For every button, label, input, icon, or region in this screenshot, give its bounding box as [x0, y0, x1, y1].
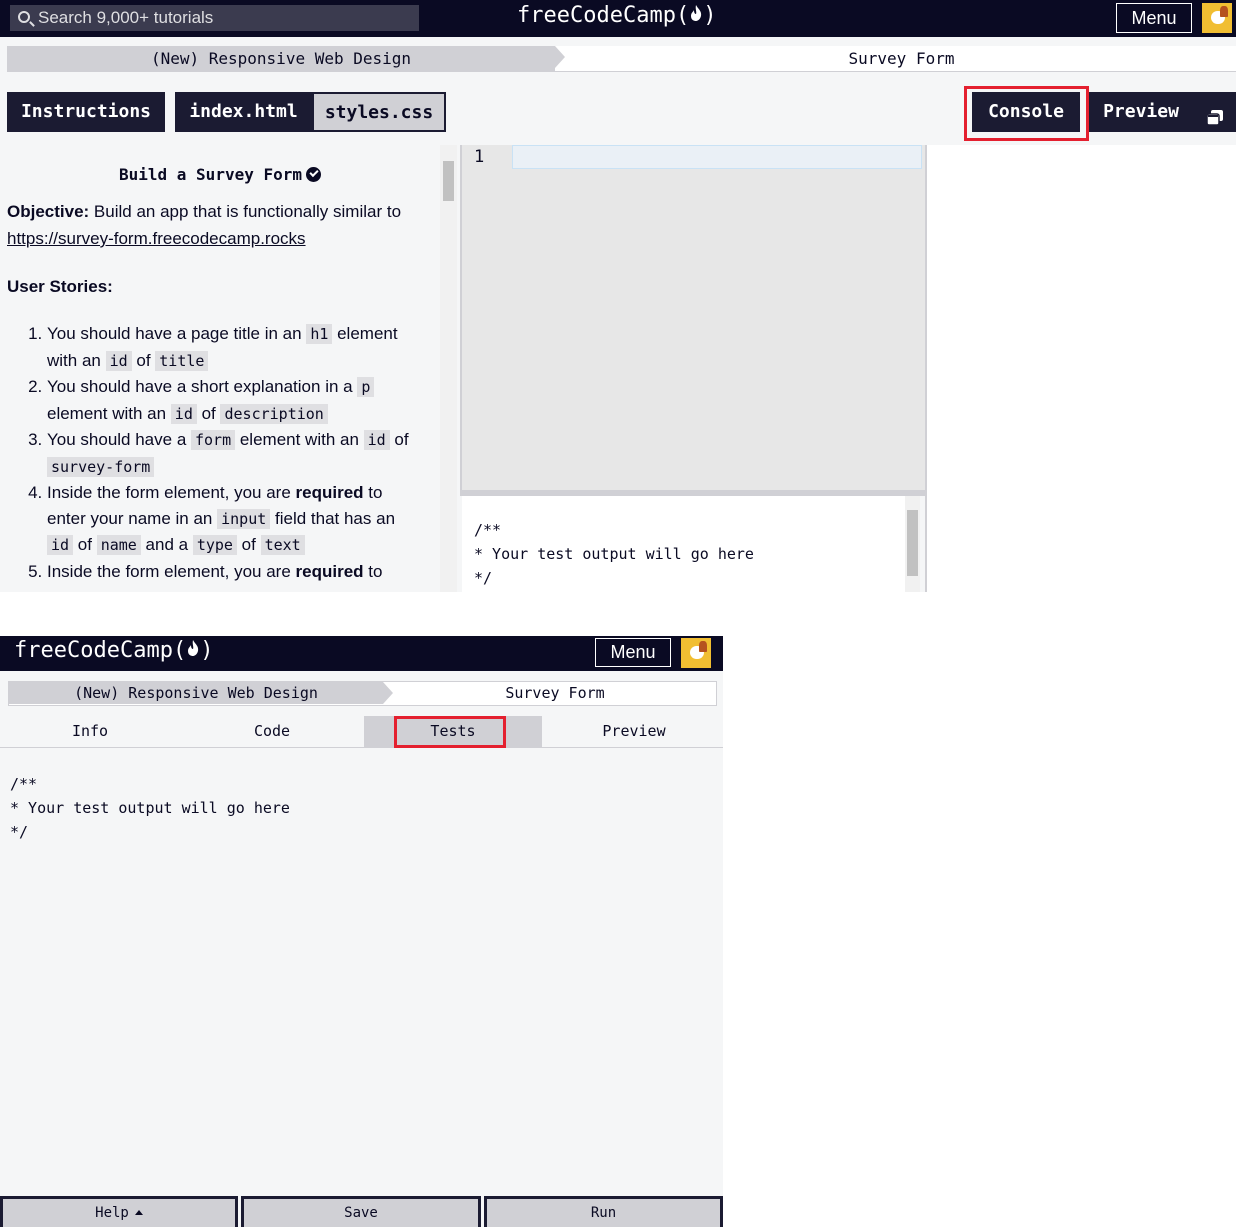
mobile-tabs: Info Code Tests Preview: [0, 716, 723, 748]
flame-icon: [689, 3, 703, 28]
breadcrumb-project: Survey Form: [505, 684, 605, 702]
scrollbar-thumb[interactable]: [443, 161, 454, 201]
list-item: You should have a short explanation in a…: [47, 374, 424, 427]
avatar[interactable]: [681, 638, 711, 668]
fcc-logo[interactable]: freeCodeCamp( ): [517, 3, 716, 28]
logo-close: ): [703, 3, 717, 28]
list-item: You should have a form element with an i…: [47, 427, 424, 480]
console-output: /** * Your test output will go here */: [462, 496, 910, 592]
instructions-pane: Build a Survey Form Objective: Build an …: [0, 145, 440, 592]
menu-button[interactable]: Menu: [1116, 3, 1192, 33]
active-line[interactable]: [512, 145, 922, 169]
user-stories-list: You should have a page title in an h1 el…: [0, 321, 440, 584]
search-icon: [18, 11, 30, 23]
caret-up-icon: [134, 1210, 143, 1215]
mobile-screen: freeCodeCamp( ) Menu (New) Responsive We…: [0, 636, 723, 1227]
mobile-console-output: /** * Your test output will go here */: [10, 775, 290, 841]
console-scrollbar[interactable]: [905, 496, 920, 592]
tab-preview[interactable]: Preview: [545, 716, 723, 747]
search-placeholder: Search 9,000+ tutorials: [38, 8, 214, 27]
logo-text: freeCodeCamp(: [517, 3, 690, 28]
avatar[interactable]: [1202, 3, 1232, 33]
tab-console[interactable]: Console: [972, 92, 1080, 132]
logo-text: freeCodeCamp(: [14, 638, 187, 663]
code-editor[interactable]: 1: [460, 145, 925, 492]
objective: Objective: Build an app that is function…: [7, 202, 402, 248]
breadcrumb-course[interactable]: (New) Responsive Web Design: [9, 682, 393, 704]
breadcrumb: (New) Responsive Web Design Survey Form: [7, 46, 1236, 72]
tab-instructions[interactable]: Instructions: [7, 92, 165, 132]
menu-button[interactable]: Menu: [595, 638, 671, 667]
search-bar[interactable]: Search 9,000+ tutorials: [10, 5, 419, 31]
save-button[interactable]: Save: [241, 1196, 481, 1227]
bottom-action-bar: Help Save Run: [0, 1196, 723, 1227]
breadcrumb-course[interactable]: (New) Responsive Web Design: [7, 46, 565, 71]
mobile-navbar: freeCodeCamp( ) Menu: [0, 636, 723, 671]
list-item: Inside the form element, you are require…: [47, 480, 424, 559]
tab-info[interactable]: Info: [0, 716, 180, 747]
instructions-scrollbar[interactable]: [440, 145, 457, 592]
preview-pane: [925, 145, 1236, 592]
user-stories-heading: User Stories:: [7, 277, 113, 296]
help-button[interactable]: Help: [0, 1196, 238, 1227]
window-icon: [1206, 103, 1224, 141]
tab-styles-css[interactable]: styles.css: [312, 92, 446, 132]
completed-check-icon: [306, 167, 322, 182]
list-item: You should have a page title in an h1 el…: [47, 321, 424, 374]
challenge-title: Build a Survey Form: [0, 165, 440, 184]
desktop-screen: Search 9,000+ tutorials freeCodeCamp( ) …: [0, 0, 1236, 592]
logo-close: ): [200, 638, 214, 663]
tests-highlight: [394, 716, 506, 748]
popout-preview-button[interactable]: [1193, 92, 1236, 132]
scrollbar-thumb[interactable]: [907, 510, 918, 576]
fcc-logo[interactable]: freeCodeCamp( ): [14, 638, 213, 663]
tab-index-html[interactable]: index.html: [175, 92, 312, 132]
tab-code[interactable]: Code: [182, 716, 362, 747]
top-navbar: Search 9,000+ tutorials freeCodeCamp( ) …: [0, 0, 1236, 37]
line-number: 1: [474, 147, 485, 167]
objective-link[interactable]: https://survey-form.freecodecamp.rocks: [7, 229, 306, 248]
breadcrumb-project: Survey Form: [848, 49, 955, 68]
run-button[interactable]: Run: [484, 1196, 723, 1227]
list-item: Inside the form element, you are require…: [47, 559, 424, 585]
tab-preview[interactable]: Preview: [1089, 92, 1193, 132]
breadcrumb: (New) Responsive Web Design Survey Form: [8, 681, 717, 706]
flame-icon: [186, 638, 200, 663]
